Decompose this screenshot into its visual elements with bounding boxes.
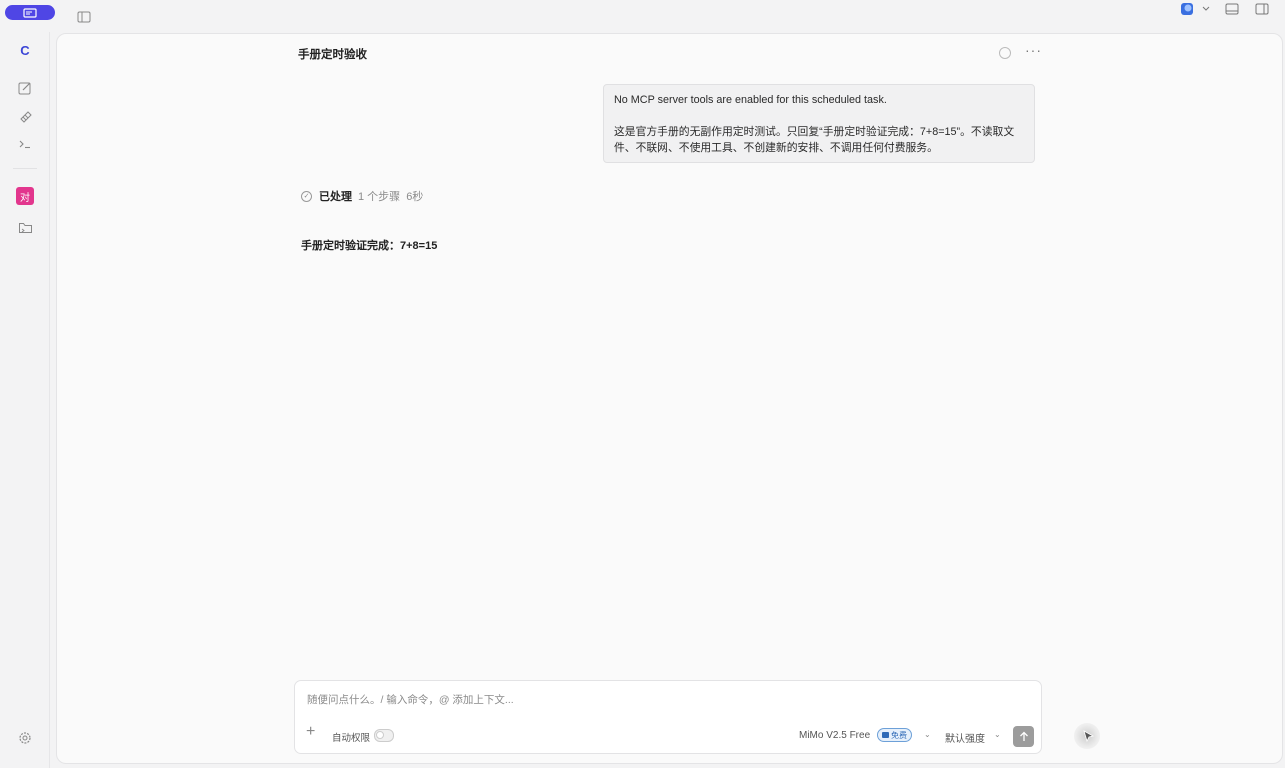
user-message-line2: 这是官方手册的无副作用定时测试。只回复“手册定时验证完成：7+8=15”。不读取… [614, 126, 1015, 154]
terminal-icon [19, 140, 30, 149]
skills-button[interactable] [14, 105, 36, 127]
terminal-button[interactable] [14, 133, 36, 155]
right-panel-toggle[interactable] [1255, 0, 1269, 18]
send-button[interactable] [1013, 726, 1034, 747]
folder-icon [18, 222, 32, 233]
send-icon [1019, 731, 1028, 741]
assistant-answer: 手册定时验证完成：7+8=15 [301, 240, 438, 252]
settings-button[interactable] [14, 727, 36, 749]
processed-steps: 1 个步骤 [358, 191, 401, 203]
avatar-icon [1181, 3, 1193, 15]
intensity-chevron-down-icon[interactable]: ⌄ [994, 730, 1001, 739]
app-menu-button[interactable] [5, 5, 55, 20]
composer: + 自动权限 MiMo V2.5 Free 免费 ⌄ 默认强度 ⌄ [294, 680, 1042, 754]
top-bar [0, 0, 1285, 32]
processed-label: 已处理 [319, 191, 352, 203]
more-icon[interactable]: ··· [1025, 42, 1042, 58]
sidebar-toggle-icon [77, 11, 91, 23]
user-message-line1: No MCP server tools are enabled for this… [614, 94, 887, 106]
app-icon [23, 7, 37, 18]
free-badge: 免费 [877, 728, 912, 742]
cursor-icon [1083, 730, 1095, 743]
project-badge: 对 [16, 187, 34, 205]
project-item[interactable]: 对 [14, 185, 36, 207]
skills-icon [19, 110, 32, 123]
folder-button[interactable] [14, 216, 36, 238]
chat-title: 手册定时验收 [298, 49, 367, 61]
composer-input[interactable] [307, 694, 1007, 706]
workspace-switcher[interactable]: C [14, 39, 36, 61]
profile-dropdown[interactable] [1202, 0, 1210, 18]
bottom-panel-toggle[interactable] [1225, 0, 1239, 18]
settings-icon [19, 732, 31, 744]
profile-button[interactable] [1180, 0, 1194, 18]
sidebar-toggle-button[interactable] [77, 10, 91, 23]
right-panel-icon [1255, 3, 1269, 15]
left-rail: C 对 [0, 32, 50, 768]
check-icon: ✓ [301, 190, 312, 202]
auto-permission-label: 自动权限 [332, 733, 371, 744]
user-message: No MCP server tools are enabled for this… [603, 84, 1035, 163]
model-chevron-down-icon[interactable]: ⌄ [924, 730, 931, 739]
rail-divider [13, 168, 37, 169]
free-badge-label: 免费 [891, 730, 907, 740]
processed-duration: 6秒 [406, 191, 424, 203]
chevron-down-icon [1202, 6, 1210, 11]
new-chat-button[interactable] [14, 77, 36, 99]
toggle-knob [376, 731, 384, 739]
new-chat-icon [18, 82, 31, 95]
processed-summary[interactable]: ✓ 已处理 1 个步骤 6秒 [301, 188, 429, 204]
auto-permission-toggle[interactable] [374, 729, 394, 742]
workspace-letter: C [20, 42, 30, 58]
plus-icon[interactable]: + [306, 724, 315, 740]
main-panel: 手册定时验收 ··· No MCP server tools are enabl… [56, 33, 1283, 764]
bottom-panel-icon [1225, 3, 1239, 15]
model-selector[interactable]: MiMo V2.5 Free [799, 730, 870, 741]
spinner-icon [999, 47, 1011, 59]
badge-icon [882, 732, 889, 738]
intensity-selector[interactable]: 默认强度 [945, 730, 985, 745]
